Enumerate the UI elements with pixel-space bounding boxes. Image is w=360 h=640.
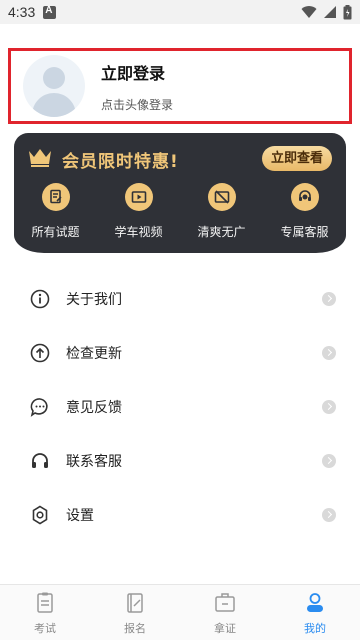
wifi-icon [301,6,317,19]
vip-feature-no-ads[interactable]: 清爽无广 [180,183,263,240]
status-bar: 4:33 [0,0,360,24]
vip-features: 所有试题 学车视频 清爽无广 专属客服 [14,183,346,240]
avatar-head-shape [43,67,65,89]
chevron-right-icon [322,400,336,414]
battery-icon [343,4,352,19]
nav-label: 考试 [34,622,56,635]
menu-item-feedback[interactable]: 意见反馈 [0,380,360,434]
doc-edit-icon [41,183,70,211]
vip-feature-label: 所有试题 [31,225,80,239]
customer-service-icon [290,183,319,211]
settings-menu: 关于我们 检查更新 意见反馈 联系客服 设置 [0,272,360,542]
vip-view-button[interactable]: 立即查看 [262,146,332,171]
vip-banner[interactable]: 会员限时特惠! 立即查看 所有试题 学车视频 清爽无广 专属客服 [14,133,346,253]
vip-feature-label: 学车视频 [114,225,163,239]
nav-signup[interactable]: 报名 [90,585,180,640]
no-ad-icon [207,183,236,211]
login-card[interactable]: 立即登录 点击头像登录 [8,48,352,124]
login-title[interactable]: 立即登录 [101,60,173,84]
login-text-group: 立即登录 点击头像登录 [101,60,173,113]
menu-item-label: 联系客服 [66,454,122,470]
chevron-right-icon [322,292,336,306]
avatar-body-shape [32,93,76,117]
certificate-icon [215,593,235,612]
profile-icon [307,593,323,612]
vip-feature-questions[interactable]: 所有试题 [14,183,97,240]
signal-icon [324,6,336,18]
menu-item-contact-service[interactable]: 联系客服 [0,434,360,488]
signup-icon [127,593,143,613]
menu-item-label: 设置 [66,508,94,524]
crown-icon [29,149,51,167]
vip-title: 会员限时特惠! [62,152,179,172]
chevron-right-icon [322,346,336,360]
nav-label: 拿证 [214,622,236,635]
bottom-nav: 考试 报名 拿证 我的 [0,584,360,640]
menu-item-check-update[interactable]: 检查更新 [0,326,360,380]
nav-label: 我的 [304,622,326,635]
menu-item-label: 检查更新 [66,346,122,362]
chevron-right-icon [322,508,336,522]
nav-profile[interactable]: 我的 [270,585,360,640]
avatar[interactable] [23,55,85,117]
info-icon [30,289,50,309]
video-icon [124,183,153,211]
menu-item-label: 关于我们 [66,292,122,308]
vip-feature-video[interactable]: 学车视频 [97,183,180,240]
headset-icon [32,453,48,468]
login-subtitle: 点击头像登录 [101,97,174,112]
nav-exam[interactable]: 考试 [0,585,90,640]
nav-label: 报名 [124,622,146,635]
nav-certificate[interactable]: 拿证 [180,585,270,640]
chat-bubble-icon [30,398,48,417]
menu-item-settings[interactable]: 设置 [0,488,360,542]
chevron-right-icon [322,454,336,468]
notification-a-icon [43,5,57,19]
status-icons [301,4,352,20]
menu-item-label: 意见反馈 [66,400,122,416]
exam-icon [37,592,53,613]
settings-icon [32,505,48,525]
menu-item-about[interactable]: 关于我们 [0,272,360,326]
vip-feature-label: 清爽无广 [197,225,246,239]
vip-feature-label: 专属客服 [280,225,329,239]
vip-feature-service[interactable]: 专属客服 [263,183,346,240]
upload-icon [30,343,50,363]
status-time: 4:33 [8,4,36,20]
